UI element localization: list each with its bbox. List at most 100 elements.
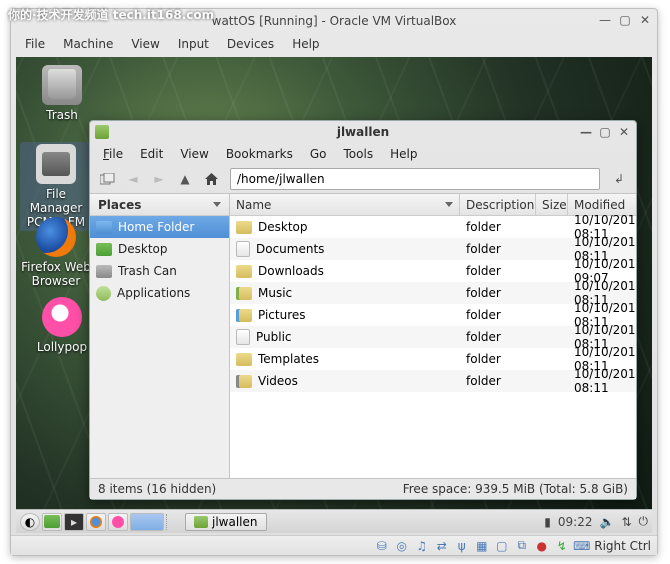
trashp-icon — [96, 265, 112, 278]
file-modified: 10/10/2016 08:11 — [574, 367, 636, 395]
fm-menu-edit[interactable]: Edit — [133, 145, 170, 163]
up-button[interactable]: ▲ — [174, 168, 196, 190]
vb-capture-icon[interactable]: ⧉ — [514, 539, 529, 553]
power-icon[interactable]: ⏻ — [639, 514, 649, 529]
vb-mouse-icon[interactable]: ↯ — [554, 539, 569, 553]
place-apps[interactable]: Applications — [90, 282, 229, 304]
desktop-icon-trash[interactable]: Trash — [26, 65, 98, 122]
desktop-icon-lollypop[interactable]: Lollypop — [26, 297, 98, 354]
location-bar[interactable]: /home/jlwallen — [230, 168, 600, 190]
folder-icon — [194, 516, 208, 528]
desktop-icon-label: Lollypop — [26, 340, 98, 354]
lollypop-icon — [112, 516, 124, 528]
filemanager-icon — [36, 144, 76, 184]
panel-term-button[interactable]: ▸ — [64, 513, 84, 531]
vb-usb-icon[interactable]: ψ — [454, 539, 469, 553]
file-row[interactable]: Videosfolder10/10/2016 08:11 — [230, 370, 636, 392]
guest-desktop[interactable]: Trash File Manager PCManFM Firefox Web B… — [16, 57, 652, 533]
vbox-menu-devices[interactable]: Devices — [219, 35, 282, 53]
file-desc: folder — [466, 352, 501, 366]
back-button[interactable]: ◄ — [122, 168, 144, 190]
vbox-title: wattOS [Running] - Oracle VM VirtualBox — [212, 14, 457, 28]
place-label: Home Folder — [118, 220, 194, 234]
vbox-menu-help[interactable]: Help — [284, 35, 327, 53]
trash-icon — [42, 65, 82, 105]
file-name: Downloads — [258, 264, 324, 278]
fm-close-button[interactable]: ✕ — [616, 124, 632, 140]
clock[interactable]: 09:22 — [558, 515, 593, 529]
place-desk[interactable]: Desktop — [90, 238, 229, 260]
panel-lollypop-button[interactable] — [108, 513, 128, 531]
vbox-window: wattOS [Running] - Oracle VM VirtualBox … — [10, 8, 658, 556]
place-home[interactable]: Home Folder — [90, 216, 229, 238]
place-label: Applications — [117, 286, 190, 300]
fm-menu-view[interactable]: View — [173, 145, 215, 163]
network-icon[interactable]: ⇅ — [621, 515, 631, 529]
places-header[interactable]: Places — [90, 194, 229, 216]
vb-shared-icon[interactable]: ▦ — [474, 539, 489, 553]
vbox-close-button[interactable]: ✕ — [637, 12, 653, 28]
show-desktop-button[interactable] — [130, 513, 164, 531]
vb-display-icon[interactable]: ▢ — [494, 539, 509, 553]
folder-icon — [236, 221, 252, 234]
fm-menu-help[interactable]: Help — [383, 145, 424, 163]
file-name: Desktop — [258, 220, 308, 234]
lollypop-icon — [42, 297, 82, 337]
file-desc: folder — [466, 286, 501, 300]
forward-button[interactable]: ► — [148, 168, 170, 190]
fm-title: jlwallen — [337, 125, 389, 139]
vb-network-icon[interactable]: ⇄ — [434, 539, 449, 553]
folder-icon — [236, 287, 252, 300]
newtab-button[interactable] — [96, 168, 118, 190]
fm-menu-file[interactable]: File — [96, 145, 130, 163]
col-size[interactable]: Size — [536, 194, 568, 215]
panel-firefox-button[interactable] — [86, 513, 106, 531]
folder-icon — [236, 375, 252, 388]
folder-icon — [236, 241, 250, 257]
place-label: Trash Can — [118, 264, 177, 278]
firefox-icon — [36, 217, 76, 257]
chevron-down-icon — [213, 202, 221, 207]
col-name[interactable]: Name — [230, 194, 460, 215]
vbox-menubar: File Machine View Input Devices Help — [11, 33, 657, 55]
location-text: /home/jlwallen — [237, 172, 325, 186]
fm-menu-tools[interactable]: Tools — [337, 145, 381, 163]
desktop-icon-label: Trash — [26, 108, 98, 122]
fm-menu-go[interactable]: Go — [303, 145, 334, 163]
vbox-menu-input[interactable]: Input — [170, 35, 217, 53]
vb-optical-icon[interactable]: ◎ — [394, 539, 409, 553]
fm-maximize-button[interactable]: ▢ — [597, 124, 613, 140]
vb-keyboard-icon[interactable]: ⌨ — [574, 539, 589, 553]
go-button[interactable]: ↲ — [608, 168, 630, 190]
vb-hostkey[interactable]: Right Ctrl — [594, 539, 651, 553]
apps-icon — [96, 286, 111, 301]
file-name: Pictures — [258, 308, 306, 322]
col-desc[interactable]: Description — [460, 194, 536, 215]
vbox-maximize-button[interactable]: ▢ — [617, 12, 633, 28]
filemanager-window[interactable]: jlwallen — ▢ ✕ File Edit View Bookmarks … — [89, 120, 637, 500]
file-name: Documents — [256, 242, 324, 256]
fm-menubar: File Edit View Bookmarks Go Tools Help — [90, 143, 636, 165]
fm-menu-bookmarks[interactable]: Bookmarks — [219, 145, 300, 163]
vbox-statusbar: ⛁ ◎ ♫ ⇄ ψ ▦ ▢ ⧉ ● ↯ ⌨ Right Ctrl — [11, 535, 657, 555]
col-modified[interactable]: Modified — [568, 194, 636, 215]
vb-audio-icon[interactable]: ♫ — [414, 539, 429, 553]
vb-hdd-icon[interactable]: ⛁ — [374, 539, 389, 553]
vbox-menu-file[interactable]: File — [17, 35, 53, 53]
file-desc: folder — [466, 242, 501, 256]
panel-fm-button[interactable] — [42, 513, 62, 531]
volume-icon[interactable]: 🔈 — [599, 515, 614, 529]
fm-titlebar[interactable]: jlwallen — ▢ ✕ — [90, 121, 636, 143]
battery-icon[interactable]: ▮ — [544, 515, 551, 529]
folder-icon — [236, 329, 250, 345]
vb-recording-icon[interactable]: ● — [534, 539, 549, 553]
vbox-minimize-button[interactable]: — — [597, 12, 613, 28]
start-button[interactable]: ◐ — [20, 513, 40, 531]
taskbar-task-jlwallen[interactable]: jlwallen — [185, 513, 267, 531]
vbox-menu-machine[interactable]: Machine — [55, 35, 121, 53]
fm-minimize-button[interactable]: — — [578, 124, 594, 140]
home-button[interactable] — [200, 168, 222, 190]
vbox-menu-view[interactable]: View — [123, 35, 167, 53]
desktop-icon-firefox[interactable]: Firefox Web Browser — [20, 217, 92, 288]
place-trashp[interactable]: Trash Can — [90, 260, 229, 282]
